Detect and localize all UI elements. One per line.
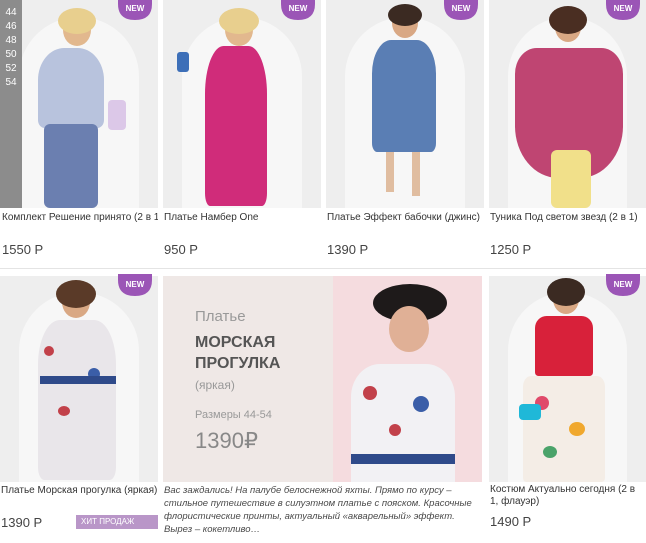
row-divider [0, 268, 646, 269]
new-badge: NEW [118, 274, 152, 296]
new-badge: NEW [118, 0, 152, 20]
product-image-5[interactable] [0, 276, 158, 482]
new-badge-label: NEW [289, 4, 308, 13]
promo-title-line2: ПРОГУЛКА [195, 355, 281, 372]
product-title[interactable]: Платье Эффект бабочки (джинс) [327, 212, 483, 223]
size-list: 44 46 48 50 52 54 [0, 0, 22, 208]
product-image-4[interactable] [489, 0, 646, 208]
product-card-3[interactable]: NEW Платье Эффект бабочки (джинс) 1390 Р [326, 0, 484, 262]
new-badge: NEW [444, 0, 478, 20]
size-option[interactable]: 44 [0, 6, 22, 20]
new-badge: NEW [606, 0, 640, 20]
product-image-6[interactable] [489, 276, 646, 482]
product-image-2[interactable] [163, 0, 321, 208]
new-badge-label: NEW [452, 4, 471, 13]
new-badge: NEW [606, 274, 640, 296]
new-badge-label: NEW [614, 4, 633, 13]
size-option[interactable]: 46 [0, 20, 22, 34]
promo-word: Платье [195, 308, 246, 325]
product-title[interactable]: Туника Под светом звезд (2 в 1) [490, 212, 646, 223]
product-card-4[interactable]: NEW Туника Под светом звезд (2 в 1) 1250… [489, 0, 646, 262]
product-title[interactable]: Платье Морская прогулка (яркая) [1, 485, 157, 496]
new-badge-label: NEW [126, 280, 145, 289]
size-option[interactable]: 48 [0, 34, 22, 48]
product-price: 950 Р [164, 242, 198, 257]
product-title[interactable]: Платье Намбер One [164, 212, 320, 223]
size-option[interactable]: 54 [0, 76, 22, 90]
product-card-2[interactable]: NEW Платье Намбер One 950 Р [163, 0, 321, 262]
promo-description: Вас заждались! На палубе белоснежной яхт… [164, 485, 472, 535]
product-card-5[interactable]: NEW Платье Морская прогулка (яркая) 1390… [0, 274, 158, 540]
hit-tag: ХИТ ПРОДАЖ ТОП-50 [76, 515, 158, 540]
product-title[interactable]: Костюм Актуально сегодня (2 в 1, флауэр) [490, 484, 640, 508]
size-option[interactable]: 50 [0, 48, 22, 62]
new-badge-label: NEW [126, 4, 145, 13]
product-price: 1390 Р [327, 242, 369, 257]
product-card-6[interactable]: NEW Костюм Актуально сегодня (2 в 1, фла… [489, 274, 646, 533]
promo-price: 1390₽ [195, 428, 258, 453]
product-card-1[interactable]: 44 46 48 50 52 54 NEW Комплект Решение п… [0, 0, 158, 262]
product-price: 1250 Р [490, 242, 532, 257]
promo-title-line1: МОРСКАЯ [195, 334, 276, 351]
product-title[interactable]: Комплект Решение принято (2 в 1) [2, 212, 158, 223]
promo-sizes: Размеры 44-54 [195, 409, 272, 421]
size-option[interactable]: 52 [0, 62, 22, 76]
new-badge: NEW [281, 0, 315, 20]
product-price: 1490 Р [490, 514, 532, 529]
new-badge-label: NEW [614, 280, 633, 289]
product-image-1[interactable] [0, 0, 158, 208]
product-price: 1550 Р [2, 242, 44, 257]
promo-subtitle: (яркая) [195, 378, 235, 392]
promo-banner[interactable]: Платье МОРСКАЯ ПРОГУЛКА (яркая) Размеры … [163, 276, 482, 482]
product-image-3[interactable] [326, 0, 484, 208]
product-price: 1390 Р [1, 515, 43, 530]
